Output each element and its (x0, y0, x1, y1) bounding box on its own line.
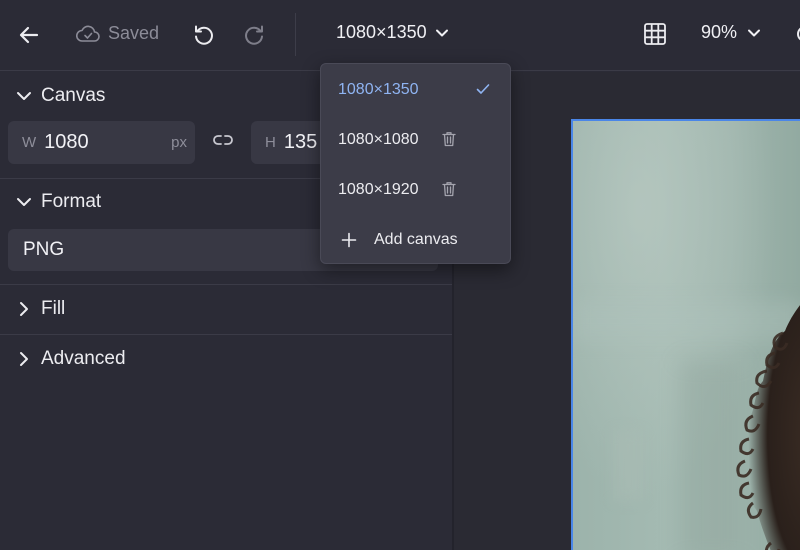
truncated-toolbar-icon[interactable] (795, 24, 800, 44)
saved-status: Saved (76, 23, 159, 44)
format-section-title: Format (41, 191, 102, 212)
fill-section-header[interactable]: Fill (0, 298, 65, 320)
format-section-header[interactable]: Format (0, 191, 101, 213)
advanced-section-header[interactable]: Advanced (0, 348, 126, 370)
chevron-right-icon (14, 349, 34, 369)
link-icon (213, 133, 233, 151)
canvas-size-value: 1080×1350 (336, 22, 427, 42)
width-field[interactable]: W 1080 px (8, 121, 195, 164)
undo-button[interactable] (192, 23, 216, 47)
height-label: H (265, 134, 276, 151)
size-option[interactable]: 1080×1350 (321, 65, 510, 115)
check-icon (476, 82, 490, 100)
size-option-label: 1080×1350 (338, 81, 419, 98)
redo-button[interactable] (242, 23, 266, 47)
zoom-value: 90% (701, 22, 738, 42)
add-canvas-label: Add canvas (374, 231, 458, 248)
undo-icon (192, 23, 216, 47)
redo-icon (242, 23, 266, 47)
cloud-check-icon (76, 24, 100, 44)
back-button[interactable] (18, 24, 40, 46)
photo-background (613, 431, 643, 501)
format-value: PNG (23, 239, 65, 260)
width-label: W (22, 134, 37, 151)
advanced-section-title: Advanced (41, 348, 126, 369)
chevron-down-icon (747, 22, 761, 43)
chevron-down-icon (14, 192, 34, 212)
canvas-size-select[interactable]: 1080×1350 (336, 22, 449, 43)
plus-icon (341, 232, 357, 248)
width-value[interactable]: 1080 (44, 131, 89, 154)
size-option[interactable]: 1080×1080 (321, 115, 510, 165)
section-divider (0, 334, 452, 335)
artboard[interactable] (571, 119, 800, 550)
grid-toggle-button[interactable] (643, 22, 667, 46)
add-canvas-button[interactable]: Add canvas (321, 215, 510, 265)
canvas-size-dropdown: 1080×1350 1080×1080 1080×1920 Add canvas (320, 63, 511, 264)
aspect-lock-button[interactable] (212, 134, 234, 150)
width-unit: px (171, 134, 187, 151)
toolbar-divider (295, 13, 296, 56)
grid-icon (643, 22, 667, 46)
size-option[interactable]: 1080×1920 (321, 165, 510, 215)
canvas-section-title: Canvas (41, 85, 106, 106)
arrow-left-icon (18, 24, 40, 46)
section-divider (0, 284, 452, 285)
size-option-label: 1080×1920 (338, 181, 419, 198)
height-value[interactable]: 135 (284, 131, 317, 154)
size-option-label: 1080×1080 (338, 131, 419, 148)
top-toolbar: Saved 1080×1350 90% (0, 0, 800, 71)
trash-icon[interactable] (442, 181, 456, 202)
photo-subject-hair (736, 305, 800, 550)
canvas-section-header[interactable]: Canvas (0, 85, 105, 107)
saved-label: Saved (108, 23, 160, 43)
chevron-down-icon (14, 86, 34, 106)
fill-section-title: Fill (41, 298, 66, 319)
chevron-right-icon (14, 299, 34, 319)
trash-icon[interactable] (442, 131, 456, 152)
chevron-down-icon (435, 22, 449, 43)
zoom-select[interactable]: 90% (701, 22, 761, 43)
